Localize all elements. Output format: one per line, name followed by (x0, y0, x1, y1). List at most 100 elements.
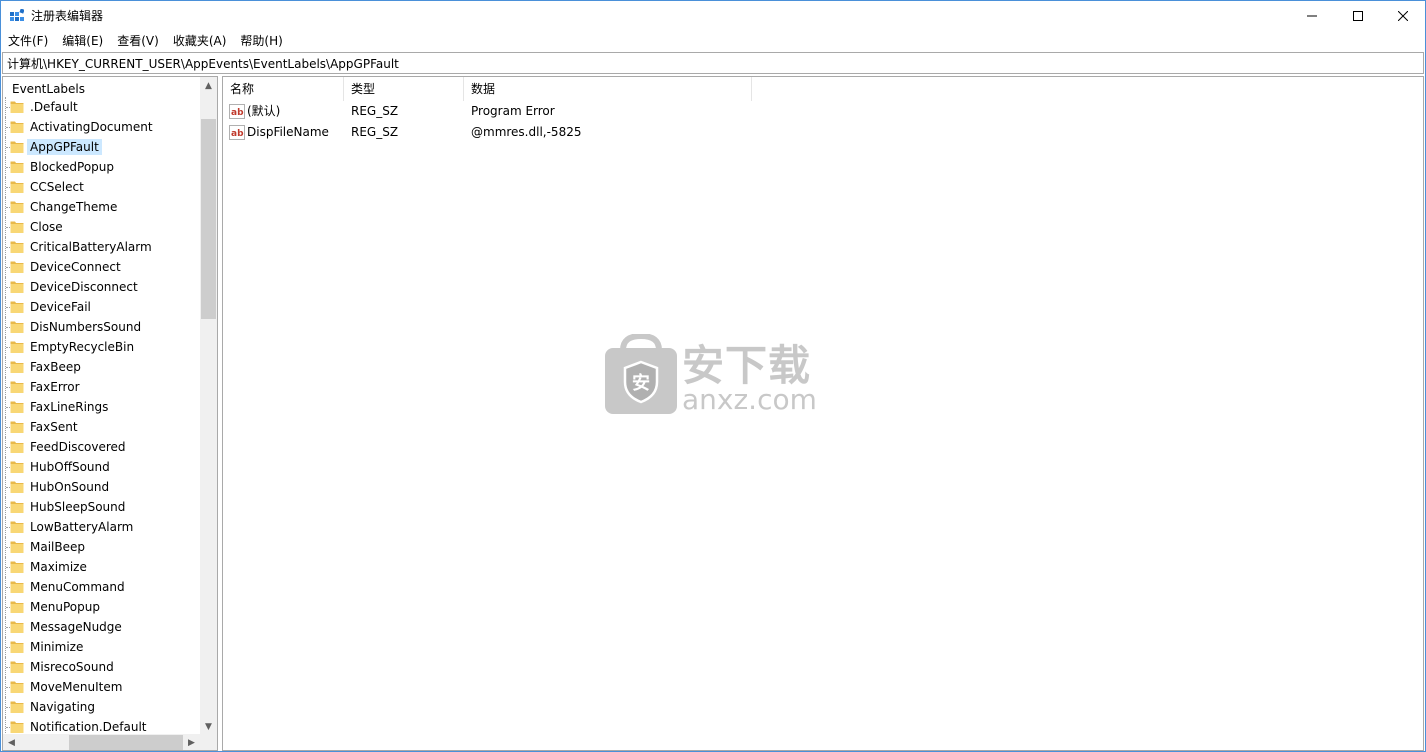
tree-item[interactable]: FeedDiscovered (3, 437, 200, 457)
tree-item[interactable]: MailBeep (3, 537, 200, 557)
tree-vertical-scrollbar[interactable]: ▲ ▼ (200, 77, 217, 735)
scrollbar-corner (200, 734, 217, 750)
tree-item[interactable]: DisNumbersSound (3, 317, 200, 337)
tree-item-label: MenuPopup (30, 600, 100, 614)
tree-item[interactable]: FaxBeep (3, 357, 200, 377)
tree-root-key[interactable]: EventLabels (12, 79, 85, 99)
menu-file[interactable]: 文件(F) (1, 31, 55, 51)
registry-editor-icon (10, 9, 24, 21)
tree-item[interactable]: HubOnSound (3, 477, 200, 497)
value-row[interactable]: ab DispFileName REG_SZ @mmres.dll,-5825 (223, 122, 823, 143)
tree-item[interactable]: Navigating (3, 697, 200, 717)
folder-icon (10, 161, 24, 173)
folder-icon (10, 541, 24, 553)
tree-item[interactable]: HubSleepSound (3, 497, 200, 517)
value-name: (默认) (247, 104, 281, 118)
tree-item[interactable]: .Default (3, 97, 200, 117)
tree-item-label: Maximize (30, 560, 87, 574)
folder-icon (10, 101, 24, 113)
tree-item[interactable]: Minimize (3, 637, 200, 657)
tree-item[interactable]: CriticalBatteryAlarm (3, 237, 200, 257)
tree-item[interactable]: DeviceConnect (3, 257, 200, 277)
tree-item[interactable]: MenuPopup (3, 597, 200, 617)
tree-item[interactable]: LowBatteryAlarm (3, 517, 200, 537)
tree-item[interactable]: DeviceFail (3, 297, 200, 317)
menu-bar: 文件(F) 编辑(E) 查看(V) 收藏夹(A) 帮助(H) (1, 31, 1425, 51)
tree-item[interactable]: AppGPFault (3, 137, 200, 157)
scroll-left-icon[interactable]: ◀ (3, 734, 20, 750)
column-header-data[interactable]: 数据 (464, 77, 752, 101)
menu-edit[interactable]: 编辑(E) (55, 31, 110, 51)
tree-item-label: CCSelect (30, 180, 84, 194)
tree-item-label: DisNumbersSound (30, 320, 142, 334)
menu-favorites[interactable]: 收藏夹(A) (166, 31, 234, 51)
tree-horizontal-scrollbar[interactable]: ◀ ▶ (3, 734, 200, 750)
folder-icon (10, 181, 24, 193)
tree-item[interactable]: FaxError (3, 377, 200, 397)
tree-item[interactable]: ChangeTheme (3, 197, 200, 217)
address-bar[interactable]: 计算机\HKEY_CURRENT_USER\AppEvents\EventLab… (2, 52, 1424, 74)
value-row[interactable]: ab (默认) REG_SZ Program Error (223, 101, 823, 122)
menu-view[interactable]: 查看(V) (110, 31, 166, 51)
column-header-name[interactable]: 名称 (223, 77, 344, 101)
tree-item-label: HubSleepSound (30, 500, 126, 514)
tree-item-label: CriticalBatteryAlarm (30, 240, 152, 254)
svg-text:ab: ab (231, 129, 244, 139)
maximize-button[interactable] (1335, 1, 1381, 31)
folder-icon (10, 241, 24, 253)
tree-item[interactable]: ActivatingDocument (3, 117, 200, 137)
shield-icon: 安 (605, 334, 677, 414)
tree-item[interactable]: MenuCommand (3, 577, 200, 597)
title-bar[interactable]: 注册表编辑器 (1, 1, 1425, 31)
tree-item[interactable]: MisrecoSound (3, 657, 200, 677)
value-data: @mmres.dll,-5825 (471, 125, 582, 139)
folder-icon (10, 501, 24, 513)
folder-icon (10, 661, 24, 673)
close-button[interactable] (1380, 1, 1426, 31)
tree-item[interactable]: EmptyRecycleBin (3, 337, 200, 357)
scroll-up-icon[interactable]: ▲ (200, 77, 217, 94)
folder-icon (10, 421, 24, 433)
tree-item-label: ActivatingDocument (30, 120, 153, 134)
folder-icon (10, 681, 24, 693)
tree-item-label: DeviceDisconnect (30, 280, 138, 294)
tree-item[interactable]: MoveMenuItem (3, 677, 200, 697)
tree-item-label: DeviceFail (30, 300, 91, 314)
tree-item[interactable]: FaxSent (3, 417, 200, 437)
key-tree: EventLabels .Default ActivatingDocument Ap… (3, 77, 200, 735)
folder-icon (10, 341, 24, 353)
tree-connector-line (5, 717, 6, 735)
tree-item[interactable]: Maximize (3, 557, 200, 577)
column-header-type[interactable]: 类型 (344, 77, 464, 101)
scroll-right-icon[interactable]: ▶ (183, 734, 200, 750)
tree-item[interactable]: MessageNudge (3, 617, 200, 637)
tree-item-label: ChangeTheme (30, 200, 118, 214)
string-value-icon: ab (229, 125, 245, 140)
tree-item-label: Close (30, 220, 63, 234)
svg-text:ab: ab (231, 108, 244, 118)
watermark-text-en: anxz.com (682, 383, 817, 416)
tree-item[interactable]: BlockedPopup (3, 157, 200, 177)
tree-vertical-scroll-thumb[interactable] (201, 119, 216, 319)
tree-item[interactable]: FaxLineRings (3, 397, 200, 417)
tree-item[interactable]: Notification.Default (3, 717, 200, 735)
folder-icon (10, 641, 24, 653)
tree-item[interactable]: Close (3, 217, 200, 237)
tree-item[interactable]: DeviceDisconnect (3, 277, 200, 297)
scroll-down-icon[interactable]: ▼ (200, 718, 217, 735)
folder-icon (10, 201, 24, 213)
close-icon (1398, 11, 1408, 21)
tree-item-label: LowBatteryAlarm (30, 520, 134, 534)
tree-item[interactable]: CCSelect (3, 177, 200, 197)
folder-icon (10, 361, 24, 373)
watermark-logo: 安 安下载 anxz.com (605, 334, 825, 418)
tree-horizontal-scroll-thumb[interactable] (69, 735, 183, 750)
menu-help[interactable]: 帮助(H) (233, 31, 289, 51)
folder-icon (10, 441, 24, 453)
folder-icon (10, 521, 24, 533)
tree-item[interactable]: HubOffSound (3, 457, 200, 477)
minimize-button[interactable] (1289, 1, 1335, 31)
registry-editor-window: 注册表编辑器 文件(F) 编辑(E) 查看(V) 收藏夹(A) 帮助(H) 计算… (0, 0, 1426, 752)
tree-item-label: MailBeep (30, 540, 85, 554)
tree-item-label: Notification.Default (30, 720, 147, 734)
